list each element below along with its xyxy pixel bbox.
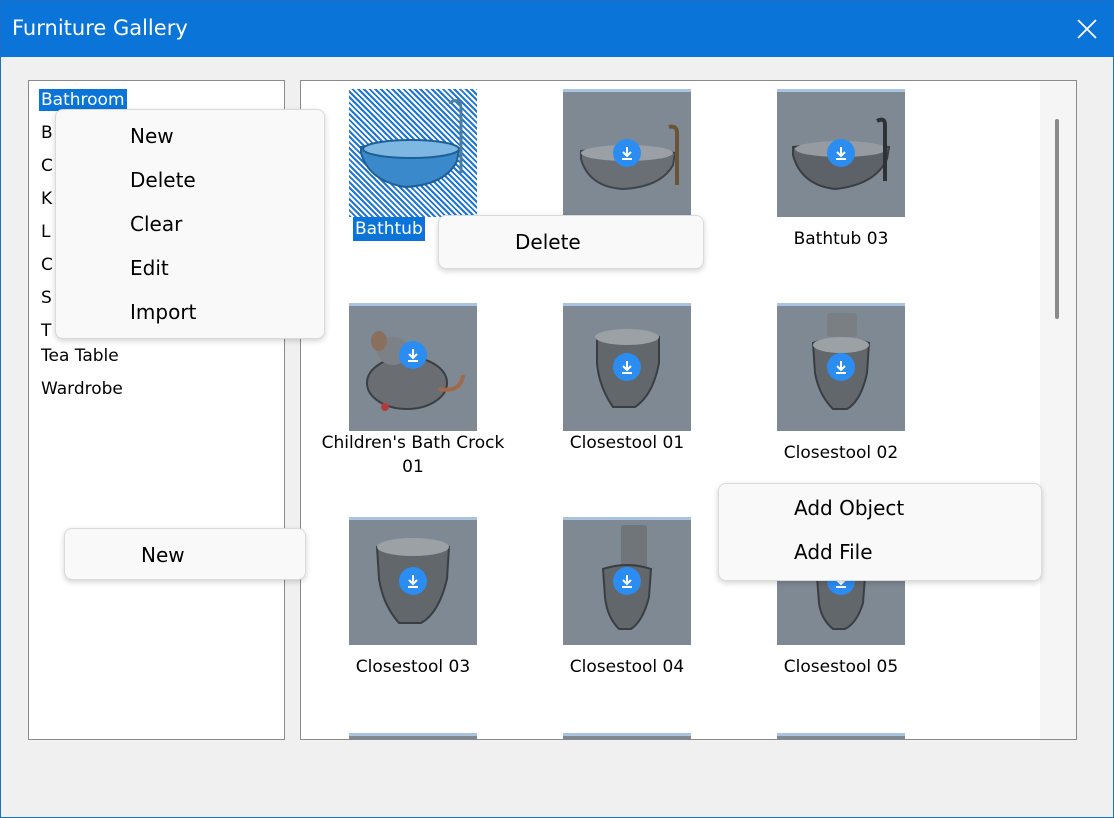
category-item[interactable]: L: [41, 221, 50, 243]
bathtub-icon: [360, 99, 463, 189]
menu-item-new[interactable]: New: [130, 124, 174, 148]
gallery-context-menu: Add Object Add File: [718, 483, 1042, 581]
gallery-item-label: Closestool 01: [569, 433, 685, 453]
download-badge[interactable]: [613, 353, 641, 381]
title-bar[interactable]: Furniture Gallery: [1, 1, 1113, 57]
window-title: Furniture Gallery: [12, 16, 188, 40]
thumbnail[interactable]: [777, 303, 905, 431]
gallery-item-label: Closestool 05: [783, 657, 899, 677]
thumbnail[interactable]: [563, 733, 691, 739]
thumbnail[interactable]: [777, 733, 905, 739]
category-item[interactable]: B: [41, 122, 53, 144]
close-button[interactable]: [1067, 9, 1107, 49]
thumbnail-bathtub[interactable]: [349, 89, 477, 217]
menu-item-add-object[interactable]: Add Object: [794, 496, 904, 520]
menu-item-import[interactable]: Import: [130, 300, 196, 324]
download-icon: [622, 575, 632, 588]
vertical-scrollbar[interactable]: [1040, 81, 1076, 739]
gallery-item-label: Closestool 02: [783, 443, 899, 463]
download-badge[interactable]: [613, 139, 641, 167]
thumbnail-strip: [777, 733, 905, 736]
gallery-item-label: Closestool 03: [355, 657, 471, 677]
menu-item-delete[interactable]: Delete: [130, 168, 196, 192]
thumbnail[interactable]: [777, 89, 905, 217]
thumbnail[interactable]: [349, 303, 477, 431]
gallery-item-label-line2: 01: [402, 457, 424, 477]
menu-item-delete-object[interactable]: Delete: [515, 230, 581, 254]
menu-item-add-file[interactable]: Add File: [794, 540, 873, 564]
thumbnail-strip: [349, 733, 477, 736]
category-item[interactable]: C: [41, 155, 53, 177]
category-item[interactable]: C: [41, 254, 53, 276]
download-icon: [408, 349, 418, 362]
menu-item-new-category[interactable]: New: [141, 543, 185, 567]
menu-item-clear[interactable]: Clear: [130, 212, 182, 236]
download-badge[interactable]: [613, 567, 641, 595]
furniture-gallery-window: Furniture Gallery Bathroom B C K L C S T…: [0, 0, 1114, 818]
gallery-item-label: Closestool 04: [569, 657, 685, 677]
download-badge[interactable]: [827, 139, 855, 167]
category-item[interactable]: Bathroom: [39, 89, 127, 111]
category-item[interactable]: Tea Table: [41, 345, 119, 367]
thumbnail[interactable]: [563, 303, 691, 431]
download-icon: [836, 361, 846, 374]
thumbnail[interactable]: [349, 733, 477, 739]
furniture-gallery-grid[interactable]: Bathtub Bathtub 03 Children's Bath Crock…: [300, 80, 1077, 740]
close-icon: [1077, 19, 1097, 39]
gallery-item-label: Bathtub 03: [793, 229, 889, 249]
download-icon: [622, 361, 632, 374]
gallery-item-label-line1: Children's Bath Crock: [321, 433, 505, 453]
thumbnail[interactable]: [563, 89, 691, 217]
download-badge[interactable]: [399, 567, 427, 595]
download-badge[interactable]: [827, 353, 855, 381]
category-item[interactable]: K: [41, 188, 52, 210]
thumbnail-strip: [563, 733, 691, 736]
item-context-menu: Delete: [438, 215, 704, 269]
gallery-item-label: Children's Bath Crock 01: [307, 431, 519, 479]
category-item[interactable]: S: [41, 287, 52, 309]
thumbnail[interactable]: [563, 517, 691, 645]
category-context-menu: New Delete Clear Edit Import: [55, 109, 325, 339]
gallery-item-label: Bathtub: [353, 217, 425, 241]
download-icon: [408, 575, 418, 588]
menu-item-edit[interactable]: Edit: [130, 256, 169, 280]
category-item[interactable]: T: [41, 320, 51, 342]
thumbnail[interactable]: [349, 517, 477, 645]
category-item[interactable]: Wardrobe: [41, 378, 123, 400]
download-icon: [622, 147, 632, 160]
scrollbar-thumb[interactable]: [1055, 119, 1059, 319]
download-icon: [836, 147, 846, 160]
download-badge[interactable]: [399, 341, 427, 369]
blank-category-context-menu: New: [64, 528, 306, 580]
